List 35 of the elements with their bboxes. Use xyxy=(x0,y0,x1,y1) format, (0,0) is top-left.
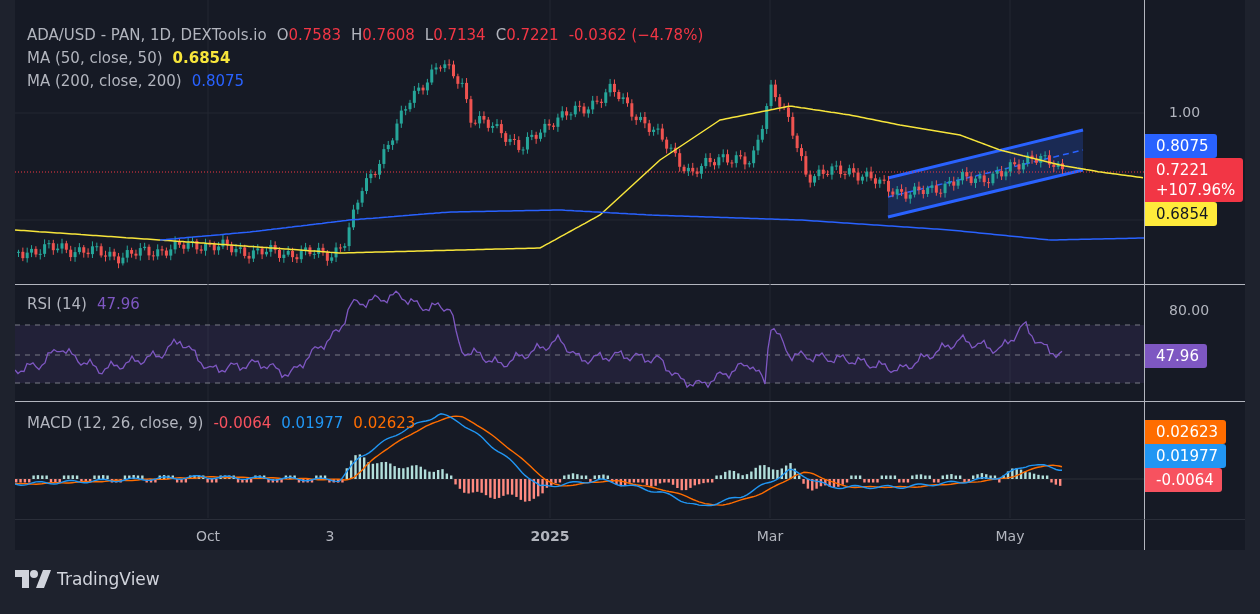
ohlc-value: 0.7583 xyxy=(288,26,341,44)
macd-value: 0.01977 xyxy=(281,414,344,432)
ohlc-value: 0.7608 xyxy=(362,26,415,44)
macd-badge: 0.02623 xyxy=(1145,420,1227,444)
macd-badge: -0.0064 xyxy=(1145,468,1222,492)
indicator-value: 0.6854 xyxy=(172,49,231,67)
ohlc-label: C xyxy=(495,26,507,44)
rsi-title: RSI (14) xyxy=(27,295,87,313)
brand-name: TradingView xyxy=(57,569,160,589)
rsi-badge: 47.96 xyxy=(1145,344,1207,368)
rsi-value: 47.96 xyxy=(96,295,140,313)
price-change: -0.0362 (−4.78%) xyxy=(568,26,704,44)
rsi-tick: 80.00 xyxy=(1169,302,1210,318)
ohlc-label: L xyxy=(424,26,434,44)
ohlc-label: H xyxy=(351,26,363,44)
time-label: 2025 xyxy=(530,528,570,544)
macd-badge: 0.01977 xyxy=(1145,444,1227,468)
ohlc-value: 0.7134 xyxy=(433,26,486,44)
ohlc-label: O xyxy=(276,26,289,44)
indicator-name: MA (50, close, 50) xyxy=(27,49,163,67)
time-label: Oct xyxy=(195,528,221,544)
time-label: Mar xyxy=(756,528,784,544)
macd-title: MACD (12, 26, close, 9) xyxy=(27,414,204,432)
price-badge: 0.8075 xyxy=(1145,134,1217,158)
price-badge: 0.6854 xyxy=(1145,202,1217,226)
indicator-value: 0.8075 xyxy=(191,72,245,90)
time-label: 3 xyxy=(325,528,335,544)
indicator-name: MA (200, close, 200) xyxy=(27,72,182,90)
symbol-title: ADA/USD - PAN, 1D, DEXTools.io xyxy=(27,26,267,44)
macd-value: 0.02623 xyxy=(353,414,416,432)
macd-value: -0.0064 xyxy=(213,414,272,432)
ohlc-value: 0.7221 xyxy=(506,26,559,44)
price-badge: 0.7221 +107.96% xyxy=(1145,158,1244,202)
time-label: May xyxy=(995,528,1025,544)
price-tick: 1.00 xyxy=(1169,104,1201,120)
